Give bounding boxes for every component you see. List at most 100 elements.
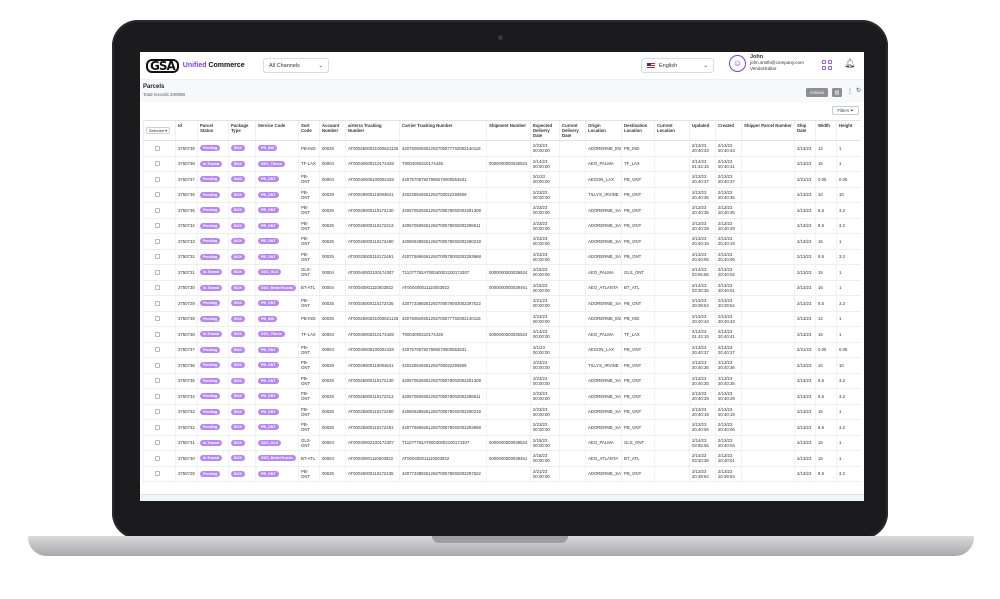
column-header[interactable]: Carrier Tracking Number xyxy=(399,121,487,141)
table-row[interactable]: 3750736 Pending BOX PB_ONT PB-ONT 00029 AT0002… xyxy=(143,187,861,203)
service-code-badge: GXC_Tforce xyxy=(258,331,285,338)
table-row[interactable]: 3750739 Pending BOX PB_IND PB-IND 00025 AT0002… xyxy=(143,140,861,157)
package-type-badge: BOX xyxy=(231,222,245,229)
logo[interactable]: GSA Unified Commerce xyxy=(146,58,245,73)
row-checkbox[interactable] xyxy=(155,409,160,415)
cell-width: 10 xyxy=(818,362,823,368)
cell-origin: ADORERME_SAN xyxy=(588,409,622,415)
actions-button[interactable]: Actions xyxy=(806,88,828,97)
column-header[interactable]: Width xyxy=(815,121,837,141)
bell-icon[interactable]: 🔔︎ xyxy=(844,58,855,69)
row-checkbox[interactable] xyxy=(155,347,160,353)
cell-width: 8.5 xyxy=(818,207,824,213)
table-row[interactable]: 3750733 Pending BOX PB_ONT PB-ONT 00025 AT0002… xyxy=(143,233,861,250)
cell-carrier: 420225549261292700022293609 xyxy=(402,362,467,368)
row-checkbox[interactable] xyxy=(155,471,160,477)
cell-id: 3750731 xyxy=(178,440,195,446)
table-row[interactable]: 3750738 In-Transit BOX GXC_Tforce TF-LAX 0000… xyxy=(143,156,861,172)
table-row[interactable]: 3750738 In-Transit BOX GXC_Tforce TF-LAX 0000… xyxy=(143,326,861,343)
apps-grid-icon[interactable] xyxy=(822,60,832,70)
language-select[interactable]: English ⌄ xyxy=(641,58,714,73)
table-row[interactable]: 3750732 Pending BOX PB_ONT PB-ONT 00025 AT0002… xyxy=(143,249,861,265)
column-header[interactable]: airterra Tracking Number xyxy=(345,121,400,141)
cell-account: 00029 xyxy=(322,192,334,198)
column-header[interactable]: Sort Code xyxy=(298,121,320,141)
table-row[interactable]: 3750731 In-Transit BOX GXC_GLS GLS-ONT 00004 A… xyxy=(143,435,861,451)
channel-select[interactable]: All Channels ⌄ xyxy=(263,58,329,73)
cell-created: 2/13/23 20:40:19 xyxy=(718,406,735,417)
row-checkbox[interactable] xyxy=(155,378,160,384)
column-header[interactable]: Service Code xyxy=(255,121,299,141)
selected-dropdown[interactable]: Selected ▾ xyxy=(146,127,170,134)
columns-icon[interactable]: ▥ xyxy=(832,88,842,97)
column-header[interactable]: Package Type xyxy=(228,121,256,141)
row-checkbox[interactable] xyxy=(155,192,160,198)
cell-height: 1 xyxy=(839,145,842,151)
column-header[interactable]: Ship Date xyxy=(794,121,816,141)
cell-width: 15 xyxy=(818,331,823,337)
row-checkbox[interactable] xyxy=(155,161,160,167)
column-header[interactable]: Current Location xyxy=(654,121,690,141)
column-header[interactable]: Account Number xyxy=(319,121,346,141)
row-checkbox[interactable] xyxy=(155,223,160,229)
cell-origin: ADORERME_SAN xyxy=(588,393,622,399)
table-row[interactable]: 3750739 Pending BOX PB_IND PB-IND 00025 AT0002… xyxy=(143,311,861,327)
package-type-badge: BOX xyxy=(231,393,245,400)
column-header[interactable]: Updated xyxy=(689,121,716,141)
cell-sort: PB-ONT xyxy=(301,344,311,355)
table-row[interactable]: 3750733 Pending BOX PB_ONT PB-ONT 00025 AT0002… xyxy=(143,404,861,420)
cell-airterra: AT00025000110172130 xyxy=(348,207,394,213)
column-header[interactable]: Parcel Status xyxy=(197,121,229,141)
column-header[interactable]: Id xyxy=(175,121,198,141)
table-row[interactable]: 3750731 In-Transit BOX GXC_GLS GLS-ONT 00004 A… xyxy=(143,264,861,281)
filters-button[interactable]: Filters ⏷ xyxy=(832,106,859,115)
column-header[interactable]: Destination Location xyxy=(621,121,655,141)
table-row[interactable]: 3750735 Pending BOX PB_ONT PB-ONT 00025 AT0002… xyxy=(143,202,861,219)
cell-updated: 2/14/23 01:42:15 xyxy=(692,158,709,169)
table-row[interactable]: 3750730 In-Transit BOX GXC_BetterTrucks BT-A… xyxy=(143,450,861,467)
cell-height: 1 xyxy=(839,316,842,322)
column-header[interactable]: Shipper Parcel Number xyxy=(741,121,795,141)
row-checkbox[interactable] xyxy=(155,331,160,337)
table-row[interactable]: 3750730 In-Transit BOX GXC_BetterTrucks BT-A… xyxy=(143,280,861,296)
more-vertical-icon[interactable]: ⋮ xyxy=(847,88,853,95)
row-checkbox[interactable] xyxy=(155,176,160,182)
table-row[interactable]: 3750736 Pending BOX PB_ONT PB-ONT 00029 AT0002… xyxy=(143,357,861,374)
row-checkbox[interactable] xyxy=(155,207,160,213)
table-row[interactable]: 3750729 Pending BOX PB_ONT PB-ONT 00025 AT0002… xyxy=(143,295,861,312)
table-row[interactable]: 3750737 Pending BAG PB_ONT PB-ONT 00004 AT0004… xyxy=(143,342,861,358)
chevron-down-icon: ⌄ xyxy=(703,62,708,69)
row-checkbox[interactable] xyxy=(155,269,160,275)
filter-icon: ⏷ xyxy=(850,108,854,113)
row-checkbox[interactable] xyxy=(155,440,160,446)
cell-airterra: AT00025000110172490 xyxy=(348,238,394,244)
table-row[interactable]: 3750734 Pending BOX PB_ONT PB-ONT 00025 AT0002… xyxy=(143,218,861,234)
table-row[interactable]: 3750735 Pending BOX PB_ONT PB-ONT 00025 AT0002… xyxy=(143,373,861,389)
row-checkbox[interactable] xyxy=(155,316,160,322)
table-row[interactable]: 3750737 Pending BAG PB_ONT PB-ONT 00004 AT0004… xyxy=(143,171,861,188)
user-menu[interactable]: ☺ John john.smith@company.com VendorEdit… xyxy=(729,54,804,72)
column-header[interactable]: Shipment Number xyxy=(486,121,531,141)
row-checkbox[interactable] xyxy=(155,362,160,368)
cell-carrier: 420225549261292700022293609 xyxy=(402,192,467,198)
row-checkbox[interactable] xyxy=(155,145,160,151)
row-checkbox[interactable] xyxy=(155,254,160,260)
column-header[interactable]: Created xyxy=(715,121,742,141)
table-row[interactable]: 3750734 Pending BOX PB_ONT PB-ONT 00025 AT0002… xyxy=(143,388,861,405)
column-header[interactable]: Origin Location xyxy=(585,121,622,141)
row-checkbox[interactable] xyxy=(155,424,160,430)
cell-airterra: AT00025000110172130 xyxy=(348,378,394,384)
row-checkbox[interactable] xyxy=(155,393,160,399)
horizontal-scrollbar[interactable] xyxy=(140,494,864,501)
row-checkbox[interactable] xyxy=(155,300,160,306)
column-header[interactable]: Height xyxy=(836,121,861,141)
row-checkbox[interactable] xyxy=(155,455,160,461)
table-row[interactable]: 3750732 Pending BOX PB_ONT PB-ONT 00025 AT0002… xyxy=(143,419,861,436)
table-row[interactable]: 3750729 Pending BOX PB_ONT PB-ONT 00025 AT0002… xyxy=(143,466,861,482)
column-header[interactable]: Expected Delivery Date xyxy=(530,121,560,141)
column-header[interactable]: Current Delivery Date xyxy=(559,121,586,141)
cell-airterra: AT00025000110172491 xyxy=(348,424,394,430)
row-checkbox[interactable] xyxy=(155,285,160,291)
row-checkbox[interactable] xyxy=(155,238,160,244)
refresh-icon[interactable]: ↻ xyxy=(856,87,861,94)
